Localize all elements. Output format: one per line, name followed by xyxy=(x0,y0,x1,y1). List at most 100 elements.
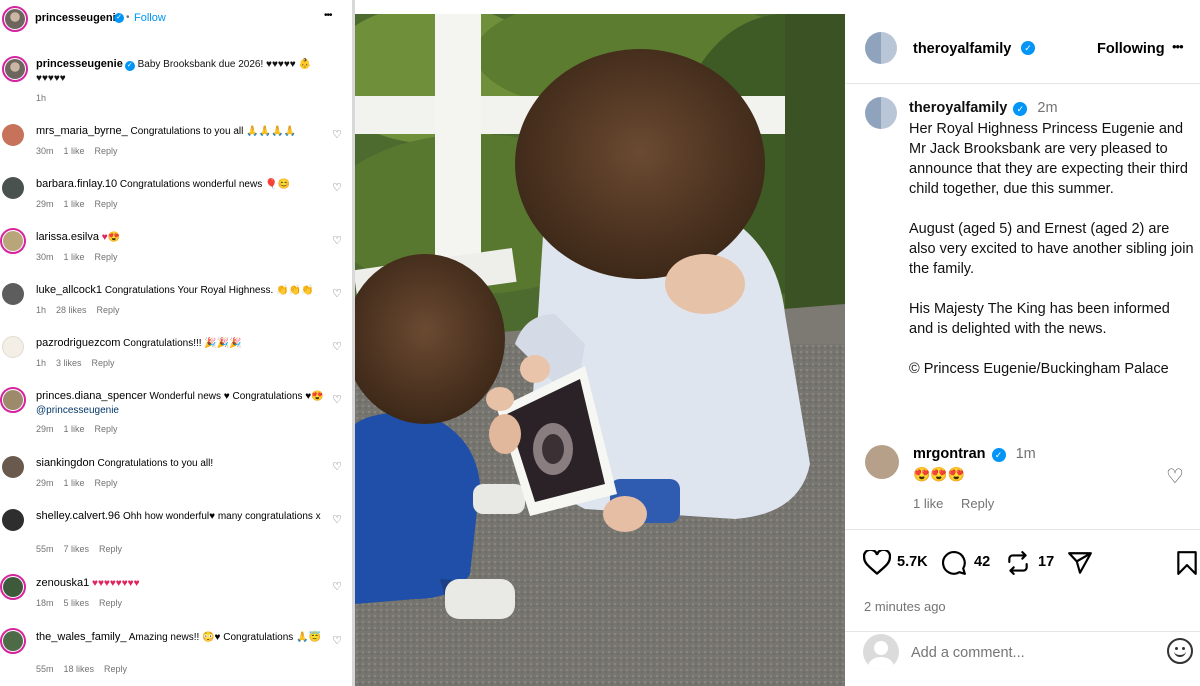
comment-time: 1m xyxy=(1015,446,1036,462)
reply-button[interactable]: Reply xyxy=(97,305,120,315)
avatar[interactable] xyxy=(2,177,24,199)
comment-username[interactable]: the_wales_family_ xyxy=(36,631,127,643)
user-avatar-icon xyxy=(863,634,899,670)
verified-icon: ✓ xyxy=(1021,41,1035,55)
comment-likes[interactable]: 7 likes xyxy=(64,544,90,554)
header-username[interactable]: princesseugenie xyxy=(35,12,122,24)
comment-time: 29m xyxy=(36,199,54,209)
comment-likes[interactable]: 1 like xyxy=(64,424,85,434)
comment-username[interactable]: shelley.calvert.96 xyxy=(36,510,120,522)
avatar[interactable] xyxy=(0,628,26,654)
more-options-icon[interactable]: ••• xyxy=(1172,39,1184,54)
comment-time: 55m xyxy=(36,664,54,674)
avatar[interactable] xyxy=(2,283,24,305)
verified-icon: ✓ xyxy=(114,13,124,23)
comment-text: Ohh how wonderful♥ many congratulations … xyxy=(122,511,321,522)
reply-button[interactable]: Reply xyxy=(99,544,122,554)
comment-time: 30m xyxy=(36,146,54,156)
header-username[interactable]: theroyalfamily xyxy=(913,41,1011,57)
comment-username[interactable]: mrs_maria_byrne_ xyxy=(36,125,128,137)
avatar[interactable] xyxy=(0,387,26,413)
photo-illustration xyxy=(355,14,845,686)
repost-count[interactable]: 17 xyxy=(1038,554,1054,570)
heart-icon[interactable]: ♡ xyxy=(332,634,342,647)
comment-likes[interactable]: 5 likes xyxy=(64,598,90,608)
comment-likes[interactable]: 3 likes xyxy=(56,358,82,368)
comment-text: Congratulations wonderful news 🎈😊 xyxy=(119,179,290,190)
avatar[interactable] xyxy=(2,124,24,146)
more-options-icon[interactable]: ••• xyxy=(324,10,332,21)
reply-button[interactable]: Reply xyxy=(92,358,115,368)
comment-likes[interactable]: 1 like xyxy=(64,146,85,156)
heart-icon[interactable]: ♡ xyxy=(332,460,342,473)
heart-icon[interactable]: ♡ xyxy=(332,234,342,247)
caption-username[interactable]: princesseugenie xyxy=(36,58,123,70)
heart-icon[interactable]: ♡ xyxy=(332,513,342,526)
comment-icon[interactable] xyxy=(941,550,967,576)
caption-username[interactable]: theroyalfamily xyxy=(909,100,1007,116)
avatar[interactable] xyxy=(2,456,24,478)
bookmark-icon[interactable] xyxy=(1175,550,1199,576)
comment-text: ♥♥♥♥♥♥♥♥ xyxy=(92,578,140,589)
reply-button[interactable]: Reply xyxy=(961,496,994,511)
comment-likes[interactable]: 1 like xyxy=(64,199,85,209)
comment-time: 18m xyxy=(36,598,54,608)
avatar[interactable] xyxy=(2,56,28,82)
heart-icon[interactable]: ♡ xyxy=(332,340,342,353)
avatar[interactable] xyxy=(865,97,897,129)
reply-button[interactable]: Reply xyxy=(95,252,118,262)
comment-text: Congratulations to you all 🙏🙏🙏🙏 xyxy=(130,126,296,137)
comment-username[interactable]: barbara.finlay.10 xyxy=(36,178,117,190)
top-comment: mrgontran ✓ 1m 😍😍😍 1 like Reply ♡ xyxy=(845,439,1200,519)
avatar[interactable] xyxy=(2,6,28,32)
comment-likes[interactable]: 1 like xyxy=(913,496,943,511)
avatar[interactable] xyxy=(2,336,24,358)
reply-button[interactable]: Reply xyxy=(95,424,118,434)
post-caption: princesseugenie ✓ Baby Brooksbank due 202… xyxy=(0,55,352,105)
reply-button[interactable]: Reply xyxy=(104,664,127,674)
reply-button[interactable]: Reply xyxy=(95,146,118,156)
heart-icon[interactable]: ♡ xyxy=(332,287,342,300)
avatar[interactable] xyxy=(865,445,899,479)
comment-likes[interactable]: 1 like xyxy=(64,478,85,488)
emoji-icon[interactable] xyxy=(1167,638,1193,664)
reply-button[interactable]: Reply xyxy=(95,199,118,209)
avatar[interactable] xyxy=(865,32,897,64)
comment-text: Congratulations to you all! xyxy=(97,458,214,469)
like-icon[interactable] xyxy=(863,550,891,576)
share-icon[interactable] xyxy=(1067,550,1093,576)
avatar[interactable] xyxy=(0,574,26,600)
avatar[interactable] xyxy=(0,228,26,254)
heart-icon[interactable]: ♡ xyxy=(332,580,342,593)
comment-input[interactable] xyxy=(911,642,1151,664)
heart-icon[interactable]: ♡ xyxy=(332,128,342,141)
heart-icon[interactable]: ♡ xyxy=(1166,464,1184,489)
comment-text: 😍😍😍 xyxy=(913,466,966,482)
comment-username[interactable]: princes.diana_spencer xyxy=(36,390,147,402)
comment-username[interactable]: larissa.esilva xyxy=(36,231,99,243)
comment-username[interactable]: zenouska1 xyxy=(36,577,89,589)
reply-button[interactable]: Reply xyxy=(95,478,118,488)
comment-username[interactable]: mrgontran xyxy=(913,446,986,462)
post-image[interactable] xyxy=(355,14,845,686)
verified-icon: ✓ xyxy=(991,448,1006,462)
following-button[interactable]: Following xyxy=(1097,41,1165,57)
follow-button[interactable]: Follow xyxy=(134,12,166,24)
comment-username[interactable]: luke_allcock1 xyxy=(36,284,102,296)
comment-likes[interactable]: 1 like xyxy=(64,252,85,262)
comment-username[interactable]: pazrodriguezcom xyxy=(36,337,120,349)
mention-link[interactable]: @princesseugenie xyxy=(36,405,119,416)
reply-button[interactable]: Reply xyxy=(99,598,122,608)
heart-icon[interactable]: ♡ xyxy=(332,181,342,194)
list-item: the_wales_family_ Amazing news!! 😳♥ Cong… xyxy=(0,628,352,678)
repost-icon[interactable] xyxy=(1005,550,1031,576)
comment-count[interactable]: 42 xyxy=(974,554,990,570)
post-caption: theroyalfamily ✓ 2m Her Royal Highness P… xyxy=(909,98,1195,399)
comment-likes[interactable]: 28 likes xyxy=(56,305,87,315)
comment-username[interactable]: siankingdon xyxy=(36,457,95,469)
list-item: pazrodriguezcom Congratulations!!! 🎉🎉🎉 1… xyxy=(0,334,352,374)
comment-likes[interactable]: 18 likes xyxy=(64,664,95,674)
like-count[interactable]: 5.7K xyxy=(897,554,928,570)
avatar[interactable] xyxy=(2,509,24,531)
heart-icon[interactable]: ♡ xyxy=(332,393,342,406)
